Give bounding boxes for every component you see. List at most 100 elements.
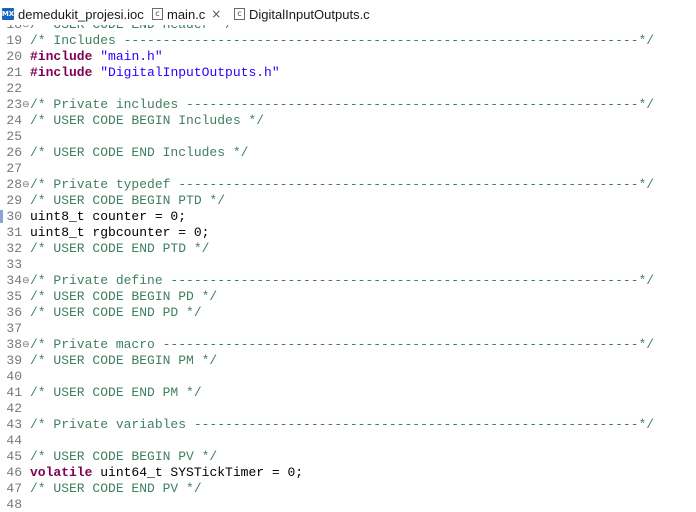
code-line[interactable]: 21 #include "DigitalInputOutputs.h" xyxy=(0,65,696,81)
code-comment: /* USER CODE END PM */ xyxy=(30,385,202,400)
editor-tab-bar: MX demedukit_projesi.ioc c main.c × c Di… xyxy=(0,0,696,25)
code-line[interactable]: 28⊖/* Private typedef ------------------… xyxy=(0,177,696,193)
line-number: 38 xyxy=(6,337,22,352)
line-number: 29 xyxy=(6,193,22,208)
code-line[interactable]: 47 /* USER CODE END PV */ xyxy=(0,481,696,497)
line-number: 18 xyxy=(0,25,22,33)
code-comment: /* USER CODE END PTD */ xyxy=(30,241,210,256)
code-line[interactable]: 43 /* Private variables -----------------… xyxy=(0,417,696,433)
tab-digitalinputoutputs-c[interactable]: c DigitalInputOutputs.c xyxy=(232,3,382,25)
code-comment: /* Private includes --------------------… xyxy=(30,97,655,112)
fold-toggle-icon[interactable]: ⊖ xyxy=(22,337,30,353)
code-keyword: #include xyxy=(30,49,93,64)
code-line[interactable]: 26 /* USER CODE END Includes */ xyxy=(0,145,696,161)
code-comment: /* Includes ----------------------------… xyxy=(30,33,655,48)
tab-main-c[interactable]: c main.c × xyxy=(150,3,232,25)
line-number: 21 xyxy=(6,65,22,80)
line-number: 44 xyxy=(6,433,22,448)
code-line[interactable]: 38⊖/* Private macro --------------------… xyxy=(0,337,696,353)
line-number: 27 xyxy=(6,161,22,176)
code-line[interactable]: 30 uint8_t counter = 0; xyxy=(0,209,696,225)
line-number: 42 xyxy=(6,401,22,416)
fold-toggle-icon[interactable]: ⊖ xyxy=(22,273,30,289)
code-line[interactable]: 25 xyxy=(0,129,696,145)
code-keyword: volatile xyxy=(30,465,93,480)
code-line[interactable]: 23⊖/* Private includes -----------------… xyxy=(0,97,696,113)
tab-demedukit-projesi-ioc[interactable]: MX demedukit_projesi.ioc xyxy=(0,3,150,25)
code-text: uint8_t rgbcounter = 0; xyxy=(30,225,210,240)
code-text: uint8_t counter = 0; xyxy=(30,209,187,224)
tab-label: demedukit_projesi.ioc xyxy=(18,6,144,22)
code-line[interactable]: 36 /* USER CODE END PD */ xyxy=(0,305,696,321)
code-line[interactable]: 41 /* USER CODE END PM */ xyxy=(0,385,696,401)
line-number: 46 xyxy=(6,465,22,480)
line-number: 39 xyxy=(6,353,22,368)
code-keyword: #include xyxy=(30,65,93,80)
line-number: 32 xyxy=(6,241,22,256)
fold-toggle-icon[interactable]: ⊖ xyxy=(22,25,30,33)
line-number: 36 xyxy=(6,305,22,320)
code-line[interactable]: 19 /* Includes --------------------------… xyxy=(0,33,696,49)
line-number: 35 xyxy=(6,289,22,304)
code-line[interactable]: 29 /* USER CODE BEGIN PTD */ xyxy=(0,193,696,209)
code-line[interactable]: 20 #include "main.h" xyxy=(0,49,696,65)
line-number: 20 xyxy=(6,49,22,64)
code-comment: /* USER CODE END PV */ xyxy=(30,481,202,496)
code-line[interactable]: 34⊖/* Private define -------------------… xyxy=(0,273,696,289)
code-line[interactable]: 44 xyxy=(0,433,696,449)
code-comment: /* USER CODE BEGIN PD */ xyxy=(30,289,218,304)
line-number: 47 xyxy=(6,481,22,496)
code-text: uint64_t SYSTickTimer = 0; xyxy=(92,465,304,480)
code-line[interactable]: 31 uint8_t rgbcounter = 0; xyxy=(0,225,696,241)
line-number: 37 xyxy=(6,321,22,336)
line-number: 23 xyxy=(6,97,22,112)
fold-toggle-icon[interactable]: ⊖ xyxy=(22,177,30,193)
code-line[interactable]: 46 volatile uint64_t SYSTickTimer = 0; xyxy=(0,465,696,481)
line-number: 26 xyxy=(6,145,22,160)
code-line[interactable]: 48 xyxy=(0,497,696,512)
code-comment: /* USER CODE END PD */ xyxy=(30,305,202,320)
code-line[interactable]: 22 xyxy=(0,81,696,97)
tab-label: main.c xyxy=(167,6,206,22)
code-comment: /* Private macro -----------------------… xyxy=(30,337,655,352)
code-line[interactable]: 45 /* USER CODE BEGIN PV */ xyxy=(0,449,696,465)
code-line[interactable]: 39 /* USER CODE BEGIN PM */ xyxy=(0,353,696,369)
line-number: 24 xyxy=(6,113,22,128)
close-icon[interactable]: × xyxy=(211,7,221,21)
code-comment: /* Private variables -------------------… xyxy=(30,417,655,432)
code-comment: /* USER CODE BEGIN PV */ xyxy=(30,449,218,464)
line-number: 22 xyxy=(6,81,22,96)
code-line[interactable]: 37 xyxy=(0,321,696,337)
code-comment: /* USER CODE BEGIN PTD */ xyxy=(30,193,226,208)
code-comment: /* USER CODE BEGIN PM */ xyxy=(30,353,218,368)
fold-toggle-icon[interactable]: ⊖ xyxy=(22,97,30,113)
code-line[interactable]: 27 xyxy=(0,161,696,177)
code-editor[interactable]: 18⊖/* USER CODE END Header */19/* Includ… xyxy=(0,25,696,512)
code-line[interactable]: 18⊖/* USER CODE END Header */ xyxy=(0,25,696,33)
code-line[interactable]: 24 /* USER CODE BEGIN Includes */ xyxy=(0,113,696,129)
code-line[interactable]: 42 xyxy=(0,401,696,417)
line-number: 40 xyxy=(6,369,22,384)
code-string: "main.h" xyxy=(100,49,163,64)
line-number: 25 xyxy=(6,129,22,144)
code-line[interactable]: 32 /* USER CODE END PTD */ xyxy=(0,241,696,257)
code-comment: /* USER CODE BEGIN Includes */ xyxy=(30,113,265,128)
code-comment: /* Private define ----------------------… xyxy=(30,273,655,288)
code-line[interactable]: 33 xyxy=(0,257,696,273)
code-comment: /* Private typedef ---------------------… xyxy=(30,177,655,192)
line-number: 30 xyxy=(6,209,22,224)
line-number: 41 xyxy=(6,385,22,400)
code-comment: /* USER CODE END Header */ xyxy=(30,25,233,32)
line-number: 34 xyxy=(6,273,22,288)
line-number: 48 xyxy=(6,497,22,512)
change-marker xyxy=(0,210,3,223)
code-comment: /* USER CODE END Includes */ xyxy=(30,145,249,160)
mx-icon: MX xyxy=(1,8,15,20)
c-file-icon: c xyxy=(234,8,245,20)
code-line[interactable]: 35 /* USER CODE BEGIN PD */ xyxy=(0,289,696,305)
tab-label: DigitalInputOutputs.c xyxy=(249,6,370,22)
line-number: 19 xyxy=(6,33,22,48)
code-line[interactable]: 40 xyxy=(0,369,696,385)
line-number: 33 xyxy=(6,257,22,272)
line-number: 31 xyxy=(6,225,22,240)
